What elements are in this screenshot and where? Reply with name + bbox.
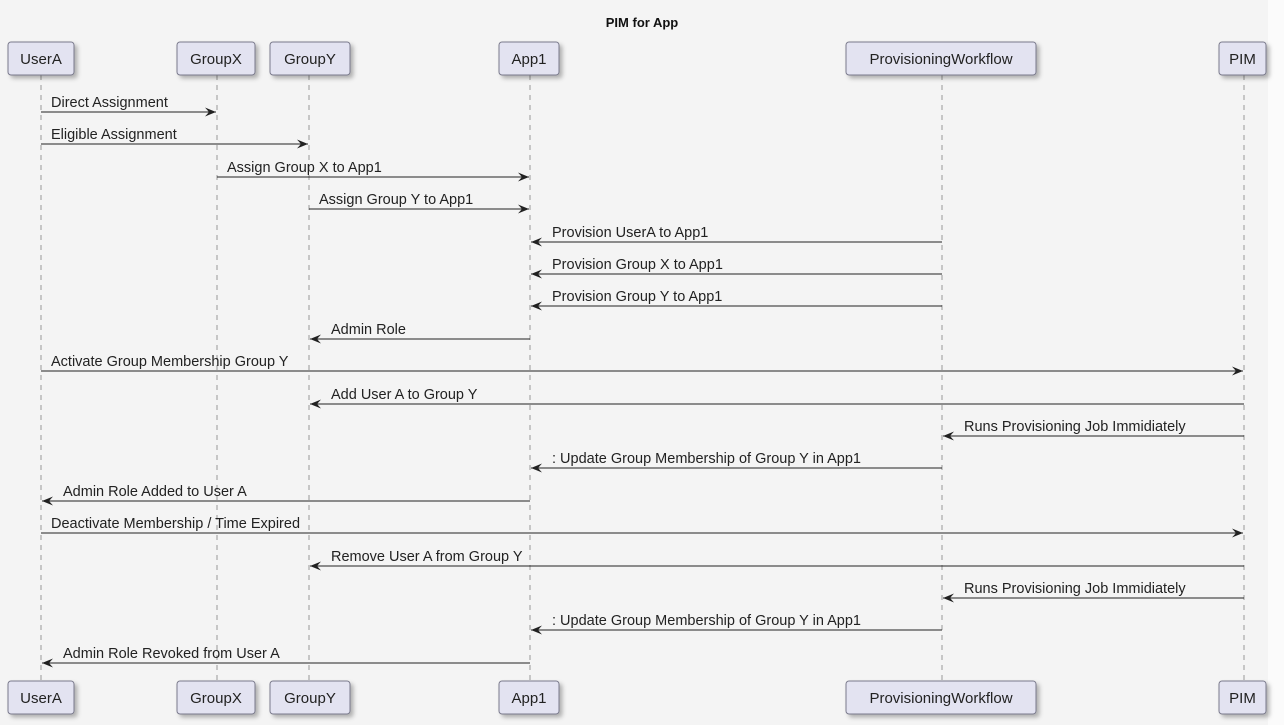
message-15: Remove User A from Group Y [310, 549, 1244, 571]
message-label: Assign Group X to App1 [227, 160, 382, 176]
participant-label: App1 [511, 51, 546, 68]
participant-app1-bottom[interactable]: App1 [498, 680, 560, 715]
message-11: Runs Provisioning Job Immidiately [943, 419, 1244, 441]
participant-label: GroupY [284, 690, 336, 707]
participant-label: ProvisioningWorkflow [869, 690, 1012, 707]
message-label: Deactivate Membership / Time Expired [51, 516, 300, 532]
participant-label: ProvisioningWorkflow [869, 51, 1012, 68]
message-label: : Update Group Membership of Group Y in … [552, 613, 861, 629]
message-6: Provision Group X to App1 [531, 257, 942, 279]
participant-provisioningworkflow-bottom[interactable]: ProvisioningWorkflow [845, 680, 1037, 715]
message-5: Provision UserA to App1 [531, 225, 942, 247]
message-label: : Update Group Membership of Group Y in … [552, 451, 861, 467]
message-label: Runs Provisioning Job Immidiately [964, 419, 1186, 435]
participant-groupx-top[interactable]: GroupX [176, 41, 256, 76]
message-13: Admin Role Added to User A [42, 484, 530, 506]
message-label: Runs Provisioning Job Immidiately [964, 581, 1186, 597]
message-label: Direct Assignment [51, 95, 168, 111]
participant-provisioningworkflow-top[interactable]: ProvisioningWorkflow [845, 41, 1037, 76]
message-8: Admin Role [310, 322, 530, 344]
message-9: Activate Group Membership Group Y [41, 354, 1243, 376]
right-margin [1268, 0, 1284, 725]
message-label: Add User A to Group Y [331, 387, 478, 403]
participant-label: GroupY [284, 51, 336, 68]
participants-bottom: UserA GroupX GroupY App1 ProvisioningWorkflo… [7, 680, 1267, 715]
participant-usera-bottom[interactable]: UserA [7, 680, 75, 715]
participant-groupy-bottom[interactable]: GroupY [269, 680, 351, 715]
message-label: Assign Group Y to App1 [319, 192, 473, 208]
participant-label: UserA [20, 690, 62, 707]
participant-label: PIM [1229, 51, 1256, 68]
sequence-diagram: PIM for App Direct Assignment Eligible As… [7, 0, 1284, 725]
message-18: Admin Role Revoked from User A [42, 646, 530, 668]
message-14: Deactivate Membership / Time Expired [41, 516, 1243, 538]
message-label: Eligible Assignment [51, 127, 177, 143]
participant-label: PIM [1229, 690, 1256, 707]
message-7: Provision Group Y to App1 [531, 289, 942, 311]
participant-groupy-top[interactable]: GroupY [269, 41, 351, 76]
message-17: : Update Group Membership of Group Y in … [531, 613, 942, 635]
message-10: Add User A to Group Y [310, 387, 1244, 409]
message-label: Admin Role [331, 322, 406, 338]
message-label: Activate Group Membership Group Y [51, 354, 289, 370]
message-3: Assign Group X to App1 [217, 160, 529, 182]
participant-label: GroupX [190, 51, 242, 68]
message-label: Admin Role Added to User A [63, 484, 247, 500]
message-2: Eligible Assignment [41, 127, 308, 149]
message-16: Runs Provisioning Job Immidiately [943, 581, 1244, 603]
message-label: Provision Group Y to App1 [552, 289, 722, 305]
participant-pim-bottom[interactable]: PIM [1218, 680, 1267, 715]
message-4: Assign Group Y to App1 [309, 192, 529, 214]
message-12: : Update Group Membership of Group Y in … [531, 451, 942, 473]
participant-groupx-bottom[interactable]: GroupX [176, 680, 256, 715]
message-label: Remove User A from Group Y [331, 549, 523, 565]
participant-label: GroupX [190, 690, 242, 707]
participant-usera-top[interactable]: UserA [7, 41, 75, 76]
message-1: Direct Assignment [41, 95, 216, 117]
participant-label: UserA [20, 51, 62, 68]
diagram-title: PIM for App [606, 15, 679, 30]
participant-app1-top[interactable]: App1 [498, 41, 560, 76]
message-label: Provision Group X to App1 [552, 257, 723, 273]
participants-top: UserA GroupX GroupY App1 ProvisioningWorkflo… [7, 41, 1267, 76]
message-label: Provision UserA to App1 [552, 225, 708, 241]
messages: Direct Assignment Eligible Assignment Assi… [41, 95, 1244, 668]
participant-pim-top[interactable]: PIM [1218, 41, 1267, 76]
message-label: Admin Role Revoked from User A [63, 646, 280, 662]
participant-label: App1 [511, 690, 546, 707]
